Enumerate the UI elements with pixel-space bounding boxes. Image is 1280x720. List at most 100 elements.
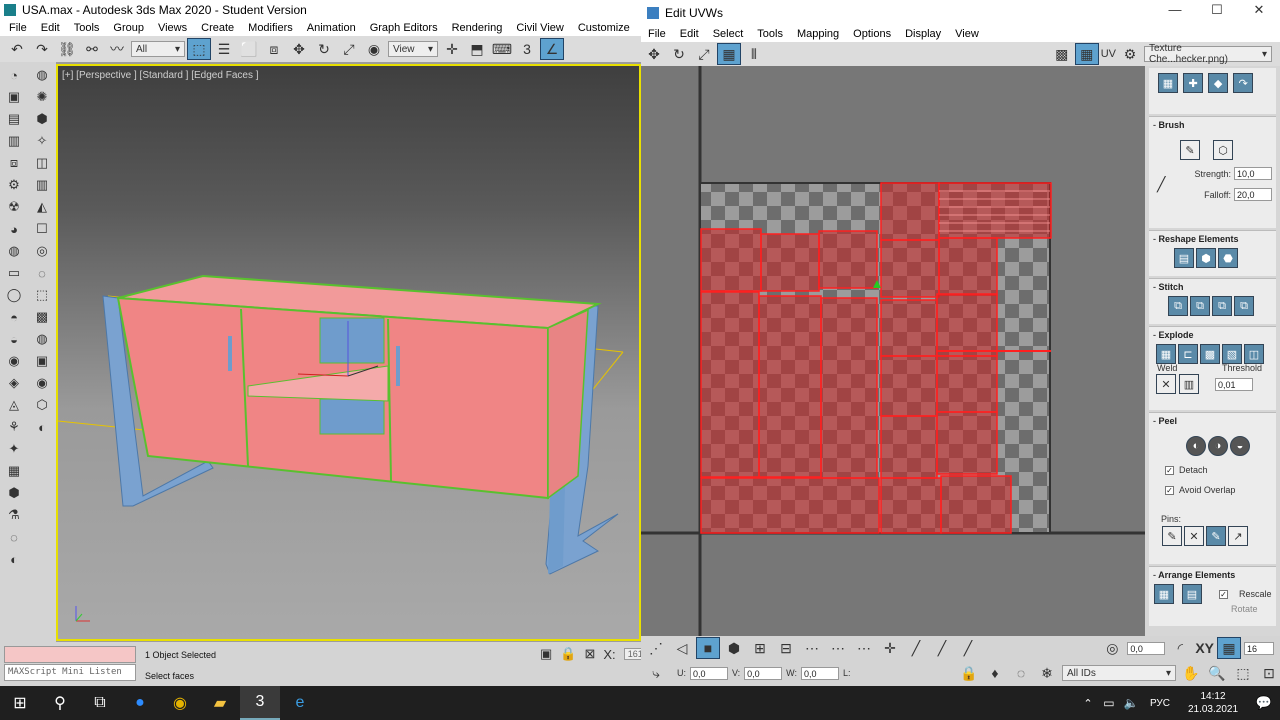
select-object-icon[interactable]: ⬚ — [187, 38, 211, 60]
light-tool-icon[interactable]: ◬ — [5, 396, 23, 414]
threshold-spinner[interactable]: 0,01 — [1215, 377, 1253, 391]
tube-tool-icon[interactable]: ◉ — [5, 352, 23, 370]
arrange-header[interactable]: Arrange Elements — [1149, 567, 1276, 583]
link-icon[interactable]: ⛓ — [56, 39, 78, 59]
network-icon[interactable]: ▭ — [1098, 686, 1120, 720]
brush-header[interactable]: Brush — [1149, 117, 1276, 133]
star-tool-icon[interactable]: ✦ — [5, 440, 23, 458]
freeze-icon[interactable]: ❄ — [1036, 663, 1058, 683]
pyramid-tool-icon[interactable]: ◓ — [5, 308, 23, 326]
redo-icon[interactable]: ↷ — [31, 39, 53, 59]
weld-target-icon[interactable]: ▥ — [1179, 374, 1199, 394]
uvw-menu-options[interactable]: Options — [846, 28, 898, 40]
geosphere-tool-icon[interactable]: ◒ — [5, 330, 23, 348]
reference-coord-dropdown[interactable]: View ▾ — [388, 41, 438, 57]
max-menu-graph-editors[interactable]: Graph Editors — [363, 22, 445, 34]
gear-tool-icon[interactable]: ⚙ — [5, 176, 23, 194]
max-menu-edit[interactable]: Edit — [34, 22, 67, 34]
rotate-icon[interactable]: ↻ — [313, 39, 335, 59]
rescale-checkbox[interactable]: ✓ — [1219, 589, 1228, 599]
flatten-custom-icon[interactable]: ▧ — [1222, 344, 1242, 364]
ring-icon[interactable]: ⋯ — [827, 638, 849, 658]
hide-icon[interactable]: ◌ — [1010, 663, 1032, 683]
pin-icon[interactable]: ✎ — [1162, 526, 1182, 546]
v-spinner[interactable]: 0,0 — [744, 666, 783, 680]
detach-edge-icon[interactable]: ⊏ — [1178, 344, 1198, 364]
angle-snap-icon[interactable]: ∠ — [540, 38, 564, 60]
clock[interactable]: 14:12 21.03.2021 — [1178, 690, 1248, 716]
select-by-name-icon[interactable]: ☰ — [213, 39, 235, 59]
max-menu-customize[interactable]: Customize — [571, 22, 637, 34]
unfold-icon[interactable]: ◫ — [1244, 344, 1264, 364]
half-tool-icon[interactable]: ◐ — [5, 550, 23, 568]
plane-tool-icon[interactable]: ◉ — [33, 374, 51, 392]
window-crossing-icon[interactable]: ⧈ — [263, 39, 285, 59]
uv-freeform-icon[interactable]: ▦ — [717, 43, 741, 65]
absolute-offset-icon[interactable]: ⤷ — [645, 663, 667, 683]
uv-move-icon[interactable]: ✥ — [643, 44, 665, 64]
max-menu-views[interactable]: Views — [151, 22, 194, 34]
uv-rotate-icon[interactable]: ↻ — [668, 44, 690, 64]
list-tool-icon[interactable]: ▥ — [5, 132, 23, 150]
pt-to-pt-icon[interactable]: ✛ — [879, 638, 901, 658]
absolute-mode-icon[interactable]: ⊠ — [584, 646, 595, 662]
detach-checkbox[interactable]: ✓ — [1165, 465, 1174, 475]
uv-space-label[interactable]: UV — [1101, 44, 1116, 64]
vertex-mode-icon[interactable]: ⋰ — [645, 638, 667, 658]
language-indicator[interactable]: РУС — [1142, 698, 1178, 709]
material-id-dropdown[interactable]: All IDs ▾ — [1062, 665, 1176, 681]
scene-tool-icon[interactable]: ⧈ — [5, 154, 23, 172]
sphere-tool-icon[interactable]: ◍ — [33, 66, 51, 84]
sphere-tool-icon[interactable]: ◔ — [5, 66, 23, 84]
light-tool-icon[interactable]: ⬡ — [33, 396, 51, 414]
max-menu-file[interactable]: File — [2, 22, 34, 34]
stitch-source-icon[interactable]: ⧉ — [1212, 296, 1232, 316]
notifications-icon[interactable]: 💬 — [1248, 686, 1280, 720]
uvw-menu-mapping[interactable]: Mapping — [790, 28, 846, 40]
minimize-icon[interactable]: — — [1154, 0, 1196, 25]
pyramid-tool-icon[interactable]: ▩ — [33, 308, 51, 326]
flip-tool-icon[interactable]: ◆ — [1208, 73, 1229, 93]
close-icon[interactable]: ✕ — [1238, 0, 1280, 25]
3dsmax-taskbar-icon[interactable]: 3 — [240, 686, 280, 720]
select-manipulate-icon[interactable]: ⬒ — [466, 39, 488, 59]
stitch-average-icon[interactable]: ⧉ — [1190, 296, 1210, 316]
zoom-app-icon[interactable]: ● — [120, 686, 160, 720]
max-menu-tools[interactable]: Tools — [67, 22, 107, 34]
transform-tool-icon[interactable]: ▦ — [1158, 73, 1178, 93]
edge-loop-icon[interactable]: ⋯ — [853, 638, 875, 658]
undo-icon[interactable]: ↶ — [6, 39, 28, 59]
freeform-tool-icon[interactable]: ✚ — [1183, 73, 1204, 93]
peel-quick-icon[interactable]: ◐ — [1186, 436, 1206, 456]
unpin-icon[interactable]: ✕ — [1184, 526, 1204, 546]
file-explorer-icon[interactable]: ▰ — [200, 686, 240, 720]
unlink-icon[interactable]: ⚯ — [81, 39, 103, 59]
peel-header[interactable]: Peel — [1149, 413, 1276, 429]
zoom-icon[interactable]: 🔍 — [1206, 663, 1228, 683]
xy-icon[interactable]: XY — [1195, 638, 1214, 658]
peel-mode-icon[interactable]: ◑ — [1208, 436, 1228, 456]
cylinder-tool-icon[interactable]: ⬚ — [33, 286, 51, 304]
brush-line-icon[interactable]: ╱ — [1157, 176, 1177, 193]
explode-header[interactable]: Explode — [1149, 327, 1276, 343]
max-menu-civil-view[interactable]: Civil View — [509, 22, 570, 34]
break-icon[interactable]: ▦ — [1156, 344, 1176, 364]
move-icon[interactable]: ✥ — [288, 39, 310, 59]
teapot-tool-icon[interactable]: ◍ — [5, 242, 23, 260]
loop-icon[interactable]: ⋯ — [801, 638, 823, 658]
strength-spinner[interactable]: 10,0 — [1234, 167, 1272, 180]
snap-toggle-icon[interactable]: 3 — [516, 39, 538, 59]
select-pins-icon[interactable]: ↗ — [1228, 526, 1248, 546]
shrink-select-icon[interactable]: ⊟ — [775, 638, 797, 658]
checker-icon[interactable]: ▩ — [1051, 44, 1073, 64]
tube-tool-icon[interactable]: ▣ — [33, 352, 51, 370]
maxscript-listener[interactable]: MAXScript Mini Listen — [4, 664, 136, 681]
geosphere-tool-icon[interactable]: ◍ — [33, 330, 51, 348]
display-tool-icon[interactable]: ▣ — [5, 88, 23, 106]
peel-reset-icon[interactable]: ◒ — [1230, 436, 1250, 456]
tree-tool-icon[interactable]: ◐ — [33, 418, 51, 436]
uvw-menu-tools[interactable]: Tools — [750, 28, 790, 40]
face-mode-icon[interactable]: ■ — [696, 637, 720, 659]
perspective-viewport[interactable]: [+] [Perspective ] [Standard ] [Edged Fa… — [56, 64, 641, 641]
zoom-extents-icon[interactable]: ⊡ — [1258, 663, 1280, 683]
